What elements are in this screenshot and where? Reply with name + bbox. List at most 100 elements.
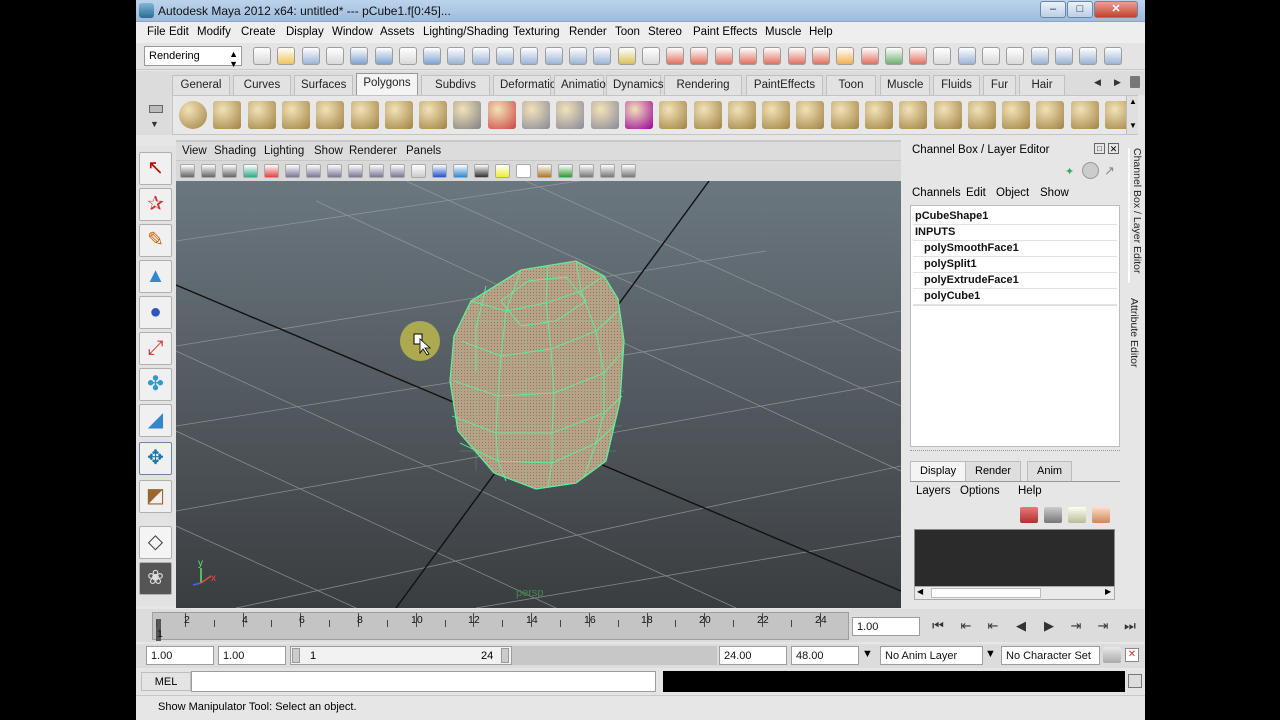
separate-icon[interactable] (556, 101, 584, 129)
shelf-tab-general[interactable]: General (172, 75, 230, 95)
channel-box-mode-icon[interactable]: ✦ (1065, 165, 1074, 178)
shelf-tab-rendering[interactable]: Rendering (664, 75, 742, 95)
shelf-tab-polygons[interactable]: Polygons (356, 73, 418, 95)
layer-list[interactable] (914, 529, 1115, 589)
shelf-tab-toggle-icon[interactable] (149, 105, 163, 113)
lasso-tool-button[interactable]: ✰ (139, 188, 172, 221)
channel-menu-object[interactable]: Object (996, 187, 1029, 199)
poly-prism-icon[interactable] (385, 101, 413, 129)
poly-cone-icon[interactable] (282, 101, 310, 129)
render-current-35-icon[interactable] (1104, 47, 1122, 65)
split-polygon-icon[interactable] (1071, 101, 1099, 129)
shelf-tab-animation[interactable]: Animation (554, 75, 612, 95)
menu-stereo[interactable]: Stereo (648, 26, 682, 38)
save-scene-2-icon[interactable] (302, 47, 320, 65)
play-forward-button[interactable]: ▶ (1039, 617, 1059, 635)
insert-edge-loop-icon[interactable] (934, 101, 962, 129)
viewport-menu-renderer[interactable]: Renderer (349, 145, 397, 157)
input-ops-12-icon[interactable] (545, 47, 563, 65)
viewport-menu-view[interactable]: View (182, 145, 207, 157)
current-time-field[interactable]: 1.00 (852, 617, 920, 636)
shelf-tab-subdivs[interactable]: Subdivs (421, 75, 490, 95)
select-camera-icon[interactable] (180, 164, 195, 178)
move-tool-button[interactable]: ▲ (139, 260, 172, 293)
input-node-polysplit1[interactable]: polySplit1 (913, 257, 1117, 273)
shelf-tab-toon[interactable]: Toon (826, 75, 876, 95)
combine-icon[interactable] (522, 101, 550, 129)
camera-attributes-icon[interactable] (201, 164, 216, 178)
channel-box-sphere-icon[interactable] (1082, 162, 1099, 179)
select-hierarchy-3-icon[interactable] (326, 47, 344, 65)
shelf-scroll-left-icon[interactable]: ◀ (1094, 77, 1101, 88)
merge-icon[interactable] (1002, 101, 1030, 129)
shelf-scrollbar[interactable]: ▲ ▼ (1126, 96, 1138, 134)
xray-joints-icon[interactable] (621, 164, 636, 178)
tab-channel-box[interactable]: Channel Box / Layer Editor (1128, 148, 1143, 283)
new-scene-20-icon[interactable] (739, 47, 757, 65)
poly-helix-icon[interactable] (488, 101, 516, 129)
menu-help[interactable]: Help (809, 26, 833, 38)
range-end-handle[interactable] (501, 648, 509, 663)
xray-icon[interactable] (600, 164, 615, 178)
menu-modify[interactable]: Modify (197, 26, 231, 38)
channel-box-pick-icon[interactable]: ↗ (1104, 163, 1115, 179)
poly-cylinder-icon[interactable] (248, 101, 276, 129)
open-scene-1-icon[interactable] (277, 47, 295, 65)
step-back-key-button[interactable]: ⇤ (956, 617, 976, 635)
step-forward-key-button[interactable]: ⇥ (1093, 617, 1113, 635)
anim-layer-dropdown-icon[interactable]: ▼ (862, 648, 873, 660)
menu-window[interactable]: Window (332, 26, 373, 38)
quad-layout-button[interactable]: ◇ (139, 526, 172, 559)
shadows-icon[interactable] (558, 164, 573, 178)
layer-tab-anim[interactable]: Anim (1027, 461, 1073, 481)
make-live-11-icon[interactable] (520, 47, 538, 65)
poly-pyramid-icon[interactable] (419, 101, 447, 129)
split-icon[interactable] (831, 101, 859, 129)
safe-title-icon[interactable] (432, 164, 447, 178)
input-node-polysmoothface1[interactable]: polySmoothFace1 (913, 241, 1117, 257)
menu-create[interactable]: Create (241, 26, 276, 38)
shelf-tab-muscle[interactable]: Muscle (880, 75, 930, 95)
booleans-icon[interactable] (659, 101, 687, 129)
channel-menu-edit[interactable]: Edit (966, 187, 986, 199)
mirror-icon[interactable] (694, 101, 722, 129)
scale-tool-button[interactable]: ⤢ (139, 332, 172, 365)
resolution-gate-icon[interactable] (348, 164, 363, 178)
poly-sphere-icon[interactable] (179, 101, 207, 129)
safe-action-icon[interactable] (411, 164, 426, 178)
shelf-trash-icon[interactable] (1130, 76, 1140, 88)
select-tool-button[interactable]: ↖ (139, 152, 172, 185)
range-bar[interactable]: 1 24 (290, 646, 512, 665)
input-node-polyextrudeface1[interactable]: polyExtrudeFace1 (913, 273, 1117, 289)
append-icon[interactable] (796, 101, 824, 129)
select-component-25-icon[interactable] (861, 47, 879, 65)
input-ops-32-icon[interactable] (1031, 47, 1049, 65)
menu-toon[interactable]: Toon (615, 26, 640, 38)
output-ops-33-icon[interactable] (1055, 47, 1073, 65)
select-object-4-icon[interactable] (350, 47, 368, 65)
wedge-icon[interactable] (865, 101, 893, 129)
smooth-icon[interactable] (625, 101, 653, 129)
poly-plane-icon[interactable] (316, 101, 344, 129)
extrude-icon[interactable] (728, 101, 756, 129)
panel-splitter[interactable] (910, 450, 1120, 454)
all-lights-icon[interactable] (537, 164, 552, 178)
layer-menu-options[interactable]: Options (960, 485, 1000, 497)
shelf-tab-curves[interactable]: Curves (233, 75, 291, 95)
menu-set-dropdown[interactable]: Rendering ▲ ▼ (144, 46, 242, 69)
layer-menu-layers[interactable]: Layers (916, 485, 951, 497)
input-node-polycube1[interactable]: polyCube1 (913, 289, 1117, 305)
hypershade-18-icon[interactable] (690, 47, 708, 65)
float-panel-icon[interactable]: □ (1094, 143, 1105, 154)
single-perspective-button[interactable]: ❀ (139, 562, 172, 595)
isolate-select-icon[interactable] (579, 164, 594, 178)
poly-mesh[interactable] (449, 260, 625, 490)
snap-curve-28-icon[interactable] (933, 47, 951, 65)
viewport-menu-show[interactable]: Show (314, 145, 343, 157)
layer-menu-help[interactable]: Help (1018, 485, 1042, 497)
command-input[interactable] (191, 671, 656, 692)
construction-history-34-icon[interactable] (1079, 47, 1097, 65)
make-live-31-icon[interactable] (1006, 47, 1024, 65)
playback-end-field[interactable]: 24.00 (719, 646, 787, 665)
shelf-scroll-right-icon[interactable]: ▶ (1114, 77, 1121, 88)
